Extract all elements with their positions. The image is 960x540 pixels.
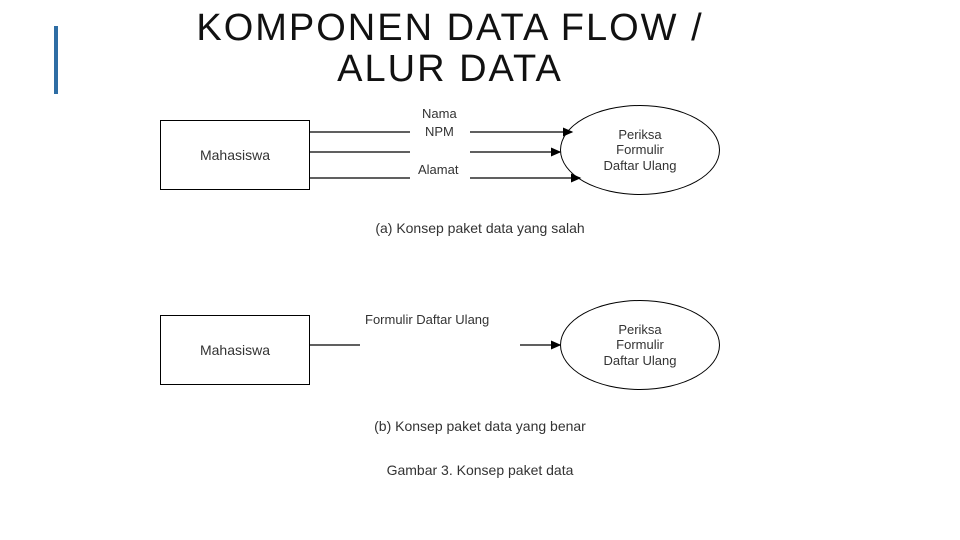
process-b-l1: Periksa [618,322,661,338]
process-b-l3: Daftar Ulang [604,353,677,369]
process-periksa-b: Periksa Formulir Daftar Ulang [560,300,720,390]
caption-b: (b) Konsep paket data yang benar [160,418,800,434]
caption-a: (a) Konsep paket data yang salah [160,220,800,236]
entity-mahasiswa-a: Mahasiswa [160,120,310,190]
diagram-container: Mahasiswa Periksa Formulir Daftar Ulang … [160,100,800,530]
process-b-l2: Formulir [616,337,664,353]
entity-b-label: Mahasiswa [200,342,270,358]
process-a-l3: Daftar Ulang [604,158,677,174]
flow-label-npm: NPM [425,124,454,139]
entity-mahasiswa-b: Mahasiswa [160,315,310,385]
process-a-l2: Formulir [616,142,664,158]
figure-caption: Gambar 3. Konsep paket data [160,462,800,478]
flow-label-formulir: Formulir Daftar Ulang [365,312,489,327]
flow-label-alamat: Alamat [418,162,458,177]
process-a-l1: Periksa [618,127,661,143]
flow-label-nama: Nama [422,106,457,121]
title-line-1: KOMPONEN DATA FLOW / [196,7,703,49]
title-line-2: ALUR DATA [337,48,563,90]
title-accent-bar [54,26,58,94]
process-periksa-a: Periksa Formulir Daftar Ulang [560,105,720,195]
entity-a-label: Mahasiswa [200,147,270,163]
slide-title: KOMPONEN DATA FLOW / ALUR DATA [140,8,760,90]
